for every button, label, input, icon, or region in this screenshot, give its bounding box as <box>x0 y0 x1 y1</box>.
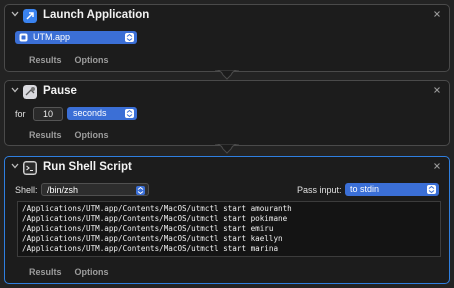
tab-results[interactable]: Results <box>29 55 62 65</box>
action-connector <box>215 144 239 154</box>
chevron-down-icon[interactable] <box>11 86 19 94</box>
script-editor[interactable]: /Applications/UTM.app/Contents/MacOS/utm… <box>17 201 441 257</box>
run-shell-script-action[interactable]: Run Shell Script Shell: /bin/zsh Pass in… <box>4 156 450 284</box>
duration-field[interactable]: 10 <box>33 107 63 121</box>
chevron-updown-icon <box>427 185 436 194</box>
application-select[interactable]: UTM.app <box>15 31 137 44</box>
chevron-down-icon[interactable] <box>11 162 19 170</box>
results-options-tabs: Results Options <box>29 55 122 65</box>
for-label: for <box>15 109 26 119</box>
launch-application-icon <box>23 9 37 23</box>
tab-options[interactable]: Options <box>75 130 109 140</box>
shell-label: Shell: <box>15 185 38 195</box>
tab-options[interactable]: Options <box>75 55 109 65</box>
shell-select[interactable]: /bin/zsh <box>41 183 149 196</box>
duration-unit-select[interactable]: seconds <box>67 107 137 120</box>
terminal-icon <box>23 161 37 175</box>
chevron-updown-icon <box>136 186 145 195</box>
close-icon[interactable] <box>433 10 441 18</box>
launch-application-action[interactable]: Launch Application UTM.app Results Option… <box>4 4 450 72</box>
action-title: Pause <box>43 85 77 97</box>
duration-unit-value: seconds <box>73 108 107 118</box>
application-select-value: UTM.app <box>33 32 71 42</box>
pause-action[interactable]: Pause for 10 seconds Results Options <box>4 80 450 146</box>
results-options-tabs: Results Options <box>29 267 122 277</box>
action-header: Launch Application <box>5 5 449 27</box>
pass-input-value: to stdin <box>350 184 380 194</box>
action-header: Pause <box>5 81 449 103</box>
script-line: /Applications/UTM.app/Contents/MacOS/utm… <box>22 224 274 233</box>
script-line: /Applications/UTM.app/Contents/MacOS/utm… <box>22 234 283 243</box>
utm-app-icon <box>19 33 28 42</box>
close-icon[interactable] <box>433 86 441 94</box>
pass-input-select[interactable]: to stdin <box>345 183 439 196</box>
script-line: /Applications/UTM.app/Contents/MacOS/utm… <box>22 244 279 253</box>
close-icon[interactable] <box>433 162 441 170</box>
action-header: Run Shell Script <box>5 157 449 179</box>
action-title: Launch Application <box>43 9 150 21</box>
pass-input-label: Pass input: <box>297 185 342 195</box>
chevron-updown-icon <box>125 33 134 42</box>
tab-options[interactable]: Options <box>75 267 109 277</box>
script-line: /Applications/UTM.app/Contents/MacOS/utm… <box>22 204 292 213</box>
shell-select-value: /bin/zsh <box>47 185 79 195</box>
pause-icon <box>23 85 37 99</box>
action-connector <box>215 70 239 80</box>
tab-results[interactable]: Results <box>29 130 62 140</box>
chevron-updown-icon <box>125 109 134 118</box>
action-title: Run Shell Script <box>43 161 132 173</box>
chevron-down-icon[interactable] <box>11 10 19 18</box>
script-line: /Applications/UTM.app/Contents/MacOS/utm… <box>22 214 288 223</box>
results-options-tabs: Results Options <box>29 130 122 140</box>
tab-results[interactable]: Results <box>29 267 62 277</box>
